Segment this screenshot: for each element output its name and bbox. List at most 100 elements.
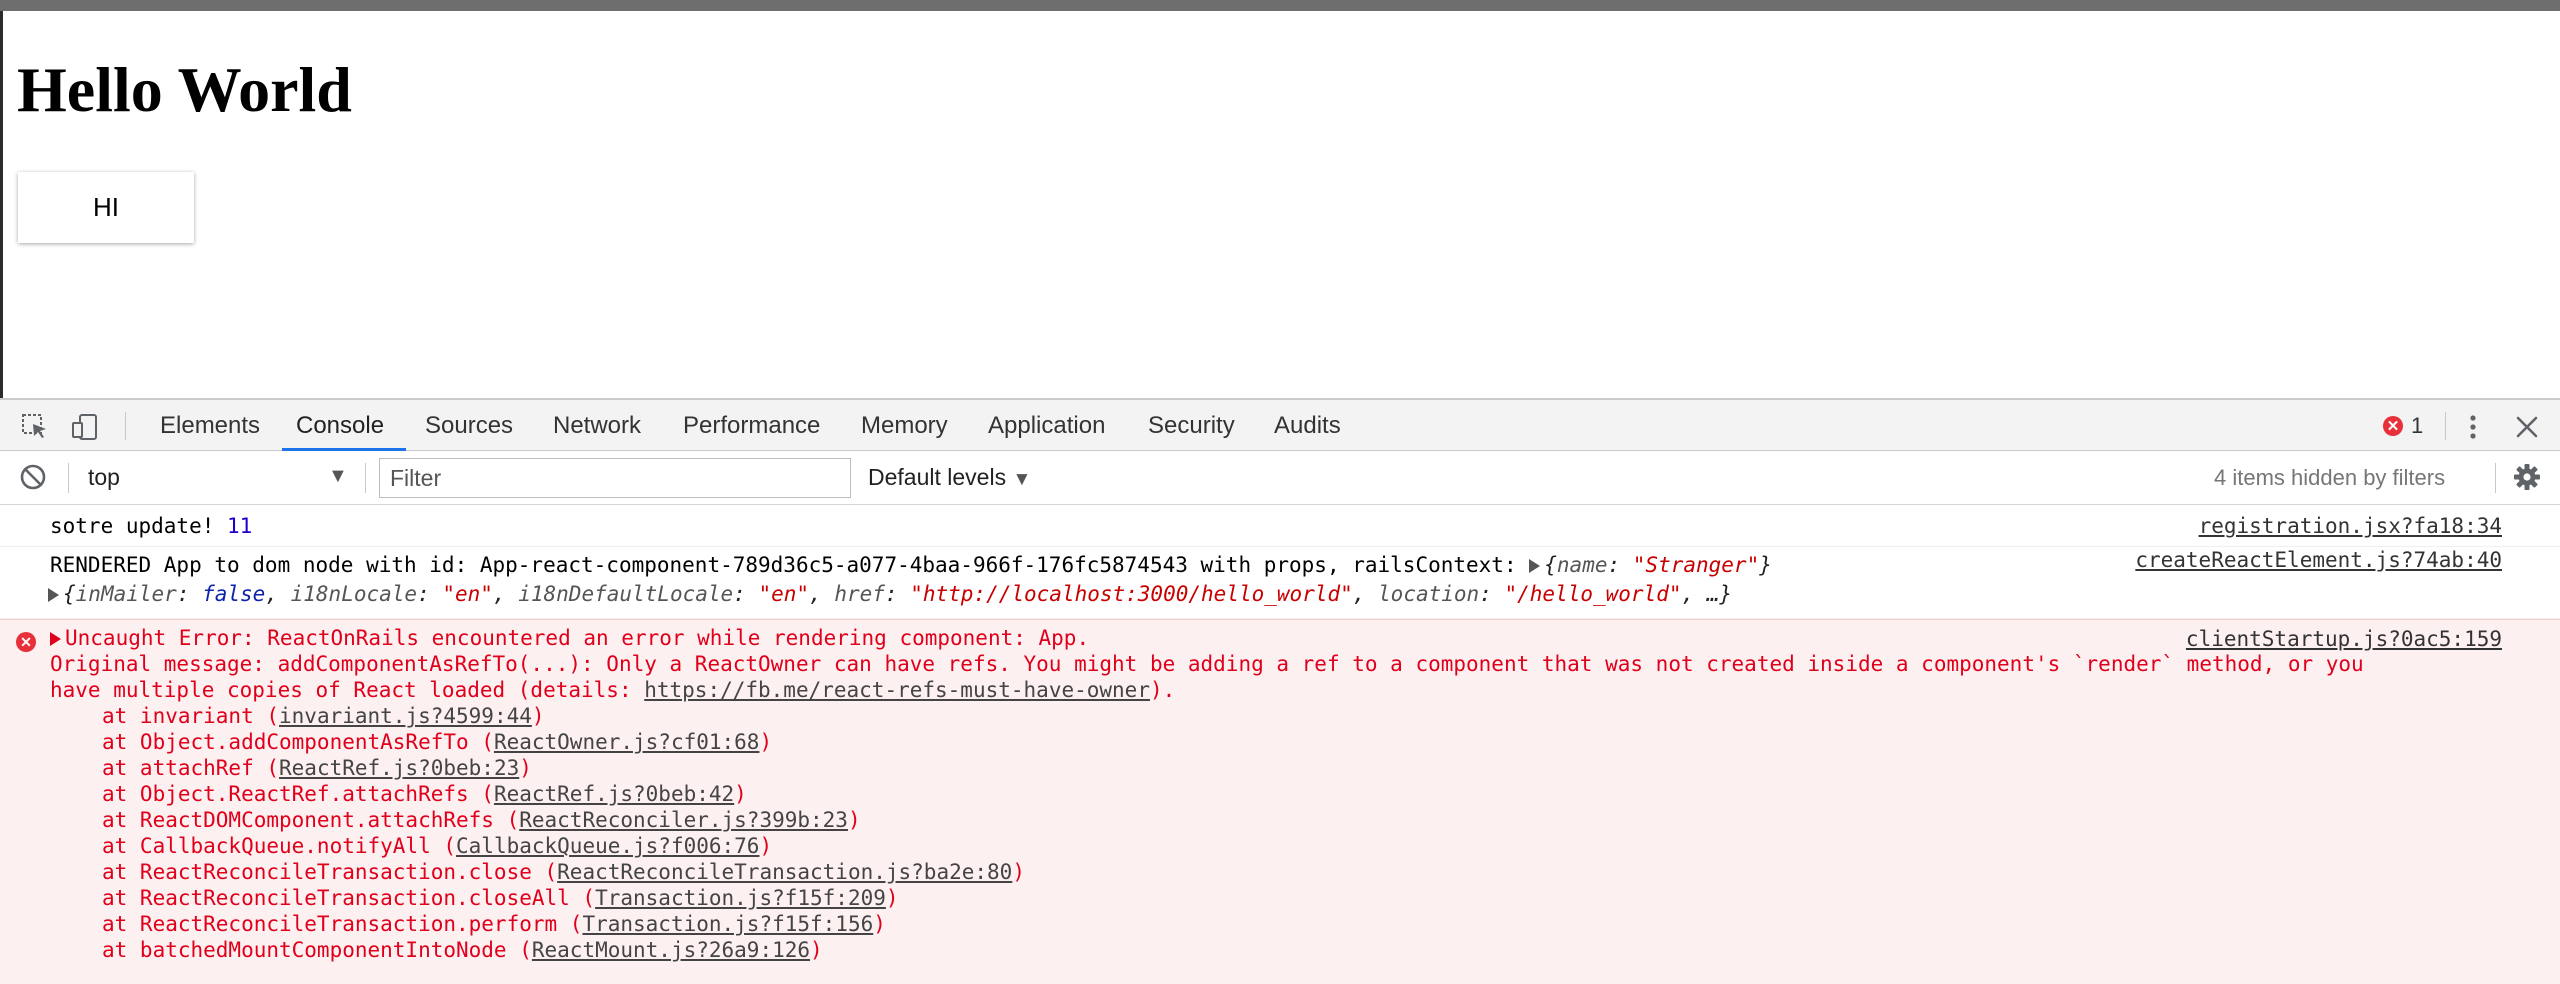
object-value: "en" bbox=[758, 582, 810, 606]
source-link[interactable]: createReactElement.js?74ab:40 bbox=[2135, 547, 2502, 573]
expand-triangle-icon[interactable] bbox=[48, 588, 59, 602]
stack-frame-function: at ReactReconcileTransaction.perform ( bbox=[102, 912, 583, 936]
object-value: "Stranger" bbox=[1632, 553, 1760, 577]
devtools-tab-bar: Elements Console Sources Network Perform… bbox=[0, 398, 2560, 451]
console-message: RENDERED App to dom node with id: App-re… bbox=[0, 547, 2560, 619]
log-levels-dropdown[interactable]: Default levels ▼ bbox=[868, 464, 1031, 491]
hi-button[interactable]: HI bbox=[18, 172, 194, 243]
object-value: false bbox=[202, 582, 266, 606]
stack-frame-function: at Object.ReactRef.attachRefs ( bbox=[102, 782, 494, 806]
stack-frame: at CallbackQueue.notifyAll (CallbackQueu… bbox=[102, 833, 772, 859]
stack-frame: at invariant (invariant.js?4599:44) bbox=[102, 703, 545, 729]
stack-frame-function: at ReactReconcileTransaction.closeAll ( bbox=[102, 886, 596, 910]
object-key: href bbox=[834, 582, 885, 606]
stack-frame-paren: ) bbox=[873, 912, 886, 936]
error-text: have multiple copies of React loaded (de… bbox=[50, 678, 645, 702]
clear-console-icon[interactable] bbox=[18, 462, 48, 492]
filter-input[interactable] bbox=[379, 458, 851, 498]
device-toolbar-icon[interactable] bbox=[70, 412, 100, 442]
stack-frame-paren: ) bbox=[519, 756, 532, 780]
source-link[interactable]: registration.jsx?fa18:34 bbox=[2199, 513, 2502, 539]
stack-frame-paren: ) bbox=[759, 834, 773, 858]
inspect-element-icon[interactable] bbox=[20, 412, 50, 442]
expand-triangle-icon[interactable] bbox=[50, 632, 61, 646]
console-messages: sotre update! 11 registration.jsx?fa18:3… bbox=[0, 505, 2560, 984]
object-key: i18nDefaultLocale bbox=[518, 582, 734, 606]
log-text: RENDERED App to dom node with id: App-re… bbox=[50, 553, 1530, 577]
filter-separator bbox=[68, 463, 69, 493]
stack-frame-source-link[interactable]: ReactRef.js?0beb:23 bbox=[279, 756, 519, 780]
stack-frame-source-link[interactable]: Transaction.js?f15f:209 bbox=[595, 886, 886, 910]
stack-frame-paren: ) bbox=[810, 938, 823, 962]
object-tail: , …} bbox=[1681, 582, 1733, 606]
tab-elements[interactable]: Elements bbox=[160, 400, 260, 451]
tab-audits[interactable]: Audits bbox=[1274, 400, 1341, 451]
stack-frame-paren: ) bbox=[885, 886, 899, 910]
page-left-border bbox=[0, 11, 3, 399]
stack-frame: at Object.ReactRef.attachRefs (ReactRef.… bbox=[102, 781, 747, 807]
error-icon: ✕ bbox=[16, 632, 36, 652]
context-selector[interactable]: top bbox=[88, 464, 120, 491]
filter-separator bbox=[365, 463, 366, 493]
stack-frame-source-link[interactable]: ReactReconcileTransaction.js?ba2e:80 bbox=[557, 860, 1012, 884]
props-object[interactable]: {inMailer: false, i18nLocale: "en", i18n… bbox=[48, 581, 1732, 607]
tab-sources[interactable]: Sources bbox=[425, 400, 513, 451]
tab-network[interactable]: Network bbox=[553, 400, 641, 451]
devtools-panel: Elements Console Sources Network Perform… bbox=[0, 398, 2560, 984]
stack-frame-source-link[interactable]: ReactReconciler.js?399b:23 bbox=[519, 808, 848, 832]
console-message-text: RENDERED App to dom node with id: App-re… bbox=[50, 553, 1772, 577]
log-number: 11 bbox=[227, 514, 253, 538]
stack-frame-source-link[interactable]: invariant.js?4599:44 bbox=[279, 704, 532, 728]
chevron-down-icon[interactable]: ▼ bbox=[328, 465, 348, 488]
stack-frame-source-link[interactable]: ReactOwner.js?cf01:68 bbox=[494, 730, 760, 754]
stack-frame-function: at attachRef ( bbox=[102, 756, 280, 780]
error-title[interactable]: Uncaught Error: ReactOnRails encountered… bbox=[50, 625, 1089, 651]
stack-frame-source-link[interactable]: CallbackQueue.js?f006:76 bbox=[456, 834, 759, 858]
stack-frame-paren: ) bbox=[1012, 860, 1025, 884]
stack-frame-function: at batchedMountComponentIntoNode ( bbox=[102, 938, 532, 962]
error-message-line: have multiple copies of React loaded (de… bbox=[50, 677, 1175, 703]
stack-frame-source-link[interactable]: ReactRef.js?0beb:42 bbox=[494, 782, 734, 806]
console-error-message: ✕ Uncaught Error: ReactOnRails encounter… bbox=[0, 619, 2560, 984]
stack-frame: at batchedMountComponentIntoNode (ReactM… bbox=[102, 937, 823, 963]
stack-frame-function: at Object.addComponentAsRefTo ( bbox=[102, 730, 494, 754]
error-counter[interactable]: ✕ 1 bbox=[2383, 412, 2423, 440]
log-levels-label: Default levels bbox=[868, 464, 1007, 490]
object-key: location bbox=[1378, 582, 1480, 606]
tab-application[interactable]: Application bbox=[988, 400, 1105, 451]
object-brace: { bbox=[1544, 553, 1557, 577]
toolbar-separator bbox=[2445, 412, 2446, 440]
stack-frame-function: at ReactReconcileTransaction.close ( bbox=[102, 860, 558, 884]
stack-frame: at ReactReconcileTransaction.closeAll (T… bbox=[102, 885, 899, 911]
source-link[interactable]: clientStartup.js?0ac5:159 bbox=[2186, 626, 2502, 652]
stack-frame-source-link[interactable]: ReactMount.js?26a9:126 bbox=[532, 938, 810, 962]
tab-security[interactable]: Security bbox=[1148, 400, 1235, 451]
close-icon[interactable] bbox=[2512, 412, 2542, 442]
tab-console[interactable]: Console bbox=[296, 400, 384, 451]
chevron-down-icon: ▼ bbox=[1012, 469, 1032, 490]
console-message: sotre update! 11 registration.jsx?fa18:3… bbox=[0, 505, 2560, 547]
console-message-text: sotre update! 11 bbox=[50, 513, 252, 539]
stack-frame: at Object.addComponentAsRefTo (ReactOwne… bbox=[102, 729, 772, 755]
expand-triangle-icon[interactable] bbox=[1529, 559, 1541, 573]
page-heading: Hello World bbox=[17, 54, 352, 125]
tab-performance[interactable]: Performance bbox=[683, 400, 820, 451]
error-text: ). bbox=[1149, 678, 1176, 702]
more-menu-icon[interactable] bbox=[2458, 412, 2488, 442]
object-key: name bbox=[1556, 553, 1608, 577]
stack-frame-paren: ) bbox=[734, 782, 747, 806]
error-details-link[interactable]: https://fb.me/react-refs-must-have-owner bbox=[644, 678, 1150, 702]
stack-frame-paren: ) bbox=[759, 730, 773, 754]
tab-memory[interactable]: Memory bbox=[861, 400, 948, 451]
console-filter-bar: top ▼ Default levels ▼ 4 items hidden by… bbox=[0, 451, 2560, 505]
stack-frame-paren: ) bbox=[847, 808, 861, 832]
stack-frame-function: at invariant ( bbox=[102, 704, 280, 728]
error-title-text: Uncaught Error: ReactOnRails encountered… bbox=[65, 626, 1090, 650]
stack-frame-function: at CallbackQueue.notifyAll ( bbox=[102, 834, 457, 858]
object-value: "en" bbox=[442, 582, 493, 606]
stack-frame-source-link[interactable]: Transaction.js?f15f:156 bbox=[582, 912, 873, 936]
settings-gear-icon[interactable] bbox=[2512, 462, 2542, 492]
object-key: inMailer bbox=[75, 582, 177, 606]
error-icon: ✕ bbox=[2383, 416, 2403, 436]
object-value: "http://localhost:3000/hello_world" bbox=[910, 582, 1353, 606]
